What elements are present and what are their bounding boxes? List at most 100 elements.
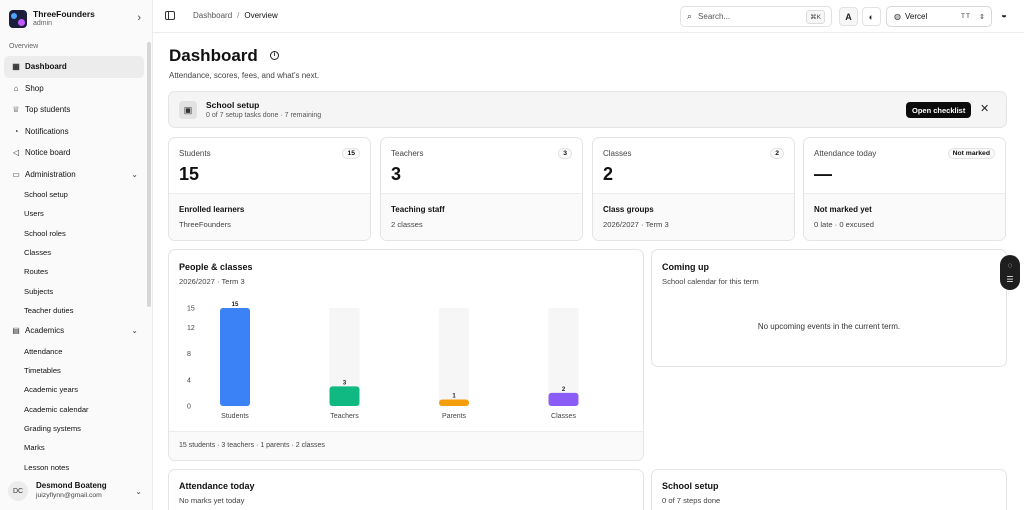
sidebar-item-top-students[interactable]: ♕ Top students [4,99,144,121]
school-setup-card: School setup 0 of 7 steps done [651,469,1007,510]
sidebar-group-administration[interactable]: ▭ Administration ⌄ [4,164,144,186]
sidebar-item-academic-calendar[interactable]: Academic calendar [4,399,144,418]
sidebar-item-classes[interactable]: Classes [4,243,144,262]
grid-icon: ▦ [12,62,20,72]
sidebar-item-label: Notice board [25,148,71,158]
stat-badge: 2 [770,148,784,159]
sidebar-item-routes[interactable]: Routes [4,262,144,281]
stat-foot-title: Class groups [603,205,654,214]
stat-card-classes: Classes 2 2 Class groups 2026/2027 · Ter… [592,137,795,241]
open-checklist-button[interactable]: Open checklist [906,102,972,118]
sidebar-item-users[interactable]: Users [4,204,144,223]
card-title: People & classes [179,262,253,272]
folder-icon: ▭ [12,169,20,179]
stat-value: 2 [603,164,614,184]
bell-icon[interactable]: ◒ [1001,10,1007,21]
y-tick-label: 8 [187,351,191,358]
megaphone-icon: ◁ [12,148,20,158]
y-tick-label: 4 [187,377,191,384]
stat-card-students: Students 15 15 Enrolled learners ThreeFo… [168,137,371,241]
team-switcher[interactable]: ThreeFounders admin › [9,8,149,30]
info-icon[interactable]: i [270,51,279,60]
x-tick-label: Students [221,413,249,420]
store-icon: ⌂ [13,83,19,93]
card-title: Coming up [662,262,709,272]
sidebar-item-academic-years[interactable]: Academic years [4,380,144,399]
sidebar-item-notifications[interactable]: ◔ Notifications [4,121,144,143]
card-title: School setup [662,481,719,491]
bar [439,399,469,406]
sidebar-item-school-roles[interactable]: School roles [4,224,144,243]
sidebar-item-dashboard[interactable]: ▦ Dashboard [4,56,144,78]
stat-value: 3 [391,164,402,184]
sidebar-item-marks[interactable]: Marks [4,438,144,457]
sidebar-item-lesson-notes[interactable]: Lesson notes [4,457,144,476]
floating-assistant[interactable]: ◌ ☰ [1000,255,1020,290]
stat-foot-title: Enrolled learners [179,205,245,214]
chevrons-up-down-icon: ⌄ [135,486,142,496]
sidebar-item-timetables[interactable]: Timetables [4,361,144,380]
search-shortcut: ⌘K [806,10,825,24]
sidebar-item-subjects[interactable]: Subjects [4,281,144,300]
stat-badge: 15 [342,148,360,159]
stat-badge: 3 [558,148,572,159]
palette-icon: ◍ [894,12,901,21]
sidebar-item-notice-board[interactable]: ◁ Notice board [4,142,144,164]
sidebar-toggle-icon[interactable] [165,11,175,20]
sidebar-item-school-setup[interactable]: School setup [4,185,144,204]
stat-foot-sub: 0 late · 0 excused [814,220,874,229]
sidebar-item-grading-systems[interactable]: Grading systems [4,419,144,438]
sidebar-item-shop[interactable]: ⌂ Shop [4,78,144,100]
stat-value: — [814,164,832,184]
search-input[interactable] [698,12,794,21]
bell-icon: ◔ [13,126,19,136]
workspace-tag: TT [961,13,971,20]
coming-up-card: Coming up School calendar for this term … [651,249,1007,367]
sidebar: ThreeFounders admin › Overview ▦ Dashboa… [0,0,152,510]
card-title: Attendance today [179,481,255,491]
text-size-button[interactable]: A [839,7,858,26]
stat-badge: Not marked [947,148,995,159]
search-box[interactable]: ⌕ ⌘K [680,6,832,27]
theme-toggle-button[interactable]: ◐ [862,7,881,26]
stat-card-teachers: Teachers 3 3 Teaching staff 2 classes [380,137,583,241]
close-icon[interactable]: ✕ [980,102,989,115]
chevrons-up-down-icon: ⇕ [979,13,985,21]
sidebar-item-attendance[interactable]: Attendance [4,342,144,361]
stat-label: Attendance today [814,149,877,158]
breadcrumb-dashboard[interactable]: Dashboard [193,11,232,20]
breadcrumb-current: Overview [244,11,278,20]
attendance-today-card: Attendance today No marks yet today [168,469,644,510]
sidebar-item-label: Shop [25,83,44,93]
sidebar-item-teacher-duties[interactable]: Teacher duties [4,301,144,320]
sidebar-scrollbar[interactable] [147,42,151,307]
card-subtitle: No marks yet today [179,496,245,505]
workspace-select[interactable]: ◍ Vercel TT ⇕ [886,6,992,27]
chart-footer: 15 students · 3 teachers · 1 parents · 2… [169,431,643,460]
section-label-overview: Overview [9,43,39,50]
y-tick-label: 0 [187,404,191,411]
font-icon: A [845,11,852,22]
bar [548,392,579,406]
user-menu[interactable]: DC Desmond Boateng juizyflynn@gmail.com … [4,476,148,506]
workspace-name: Vercel [904,12,928,21]
clipboard-icon: ▣ [179,101,197,119]
breadcrumb: Dashboard / Overview [193,11,278,20]
main-panel: Dashboard / Overview ⌕ ⌘K A ◐ ◍ Vercel TT … [152,0,1024,510]
menu-icon[interactable]: ☰ [1006,275,1013,284]
card-subtitle: 0 of 7 steps done [662,496,721,505]
sidebar-item-label: Notifications [25,126,69,136]
bar [329,386,360,406]
stat-foot-title: Not marked yet [814,205,872,214]
trophy-icon: ♕ [12,105,20,115]
sidebar-item-label: Academics [25,326,65,336]
setup-banner: ▣ School setup 0 of 7 setup tasks done ·… [168,91,1007,128]
chat-icon[interactable]: ◌ [1008,261,1013,270]
sidebar-group-academics[interactable]: ▤ Academics ⌄ [4,320,144,342]
page-subtitle: Attendance, scores, fees, and what's nex… [169,71,320,80]
book-icon: ▤ [12,326,20,336]
y-tick-label: 12 [187,325,195,332]
breadcrumb-separator: / [237,11,240,20]
stat-foot-sub: ThreeFounders [179,220,231,229]
stat-label: Classes [603,149,632,158]
